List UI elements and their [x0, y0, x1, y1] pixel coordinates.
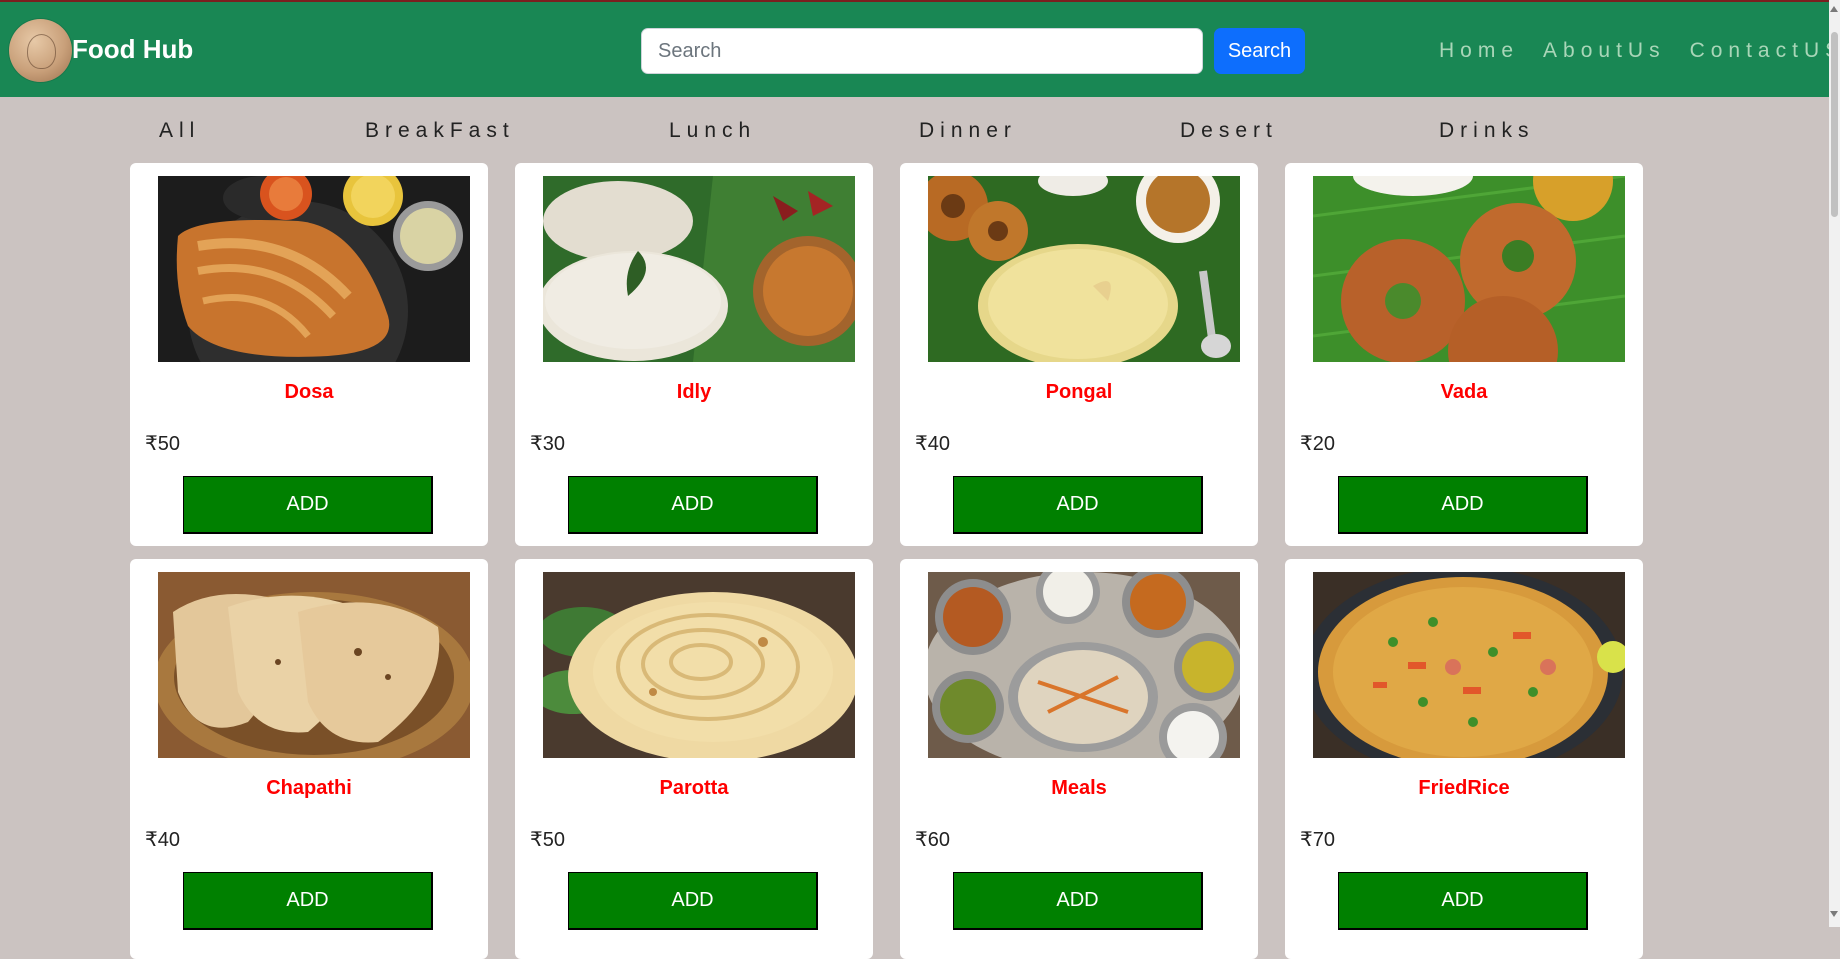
add-button[interactable]: ADD [568, 476, 818, 534]
food-price: ₹40 [915, 433, 950, 455]
food-card-dosa: Dosa ₹50 ADD [130, 163, 488, 546]
food-price: ₹60 [915, 829, 950, 851]
category-dinner[interactable]: Dinner [919, 119, 1017, 143]
brand-name[interactable]: Food Hub [72, 34, 193, 65]
scroll-thumb[interactable] [1831, 32, 1838, 217]
idly-image [543, 176, 855, 362]
food-card-meals: Meals ₹60 ADD [900, 559, 1258, 959]
category-breakfast[interactable]: BreakFast [365, 119, 515, 143]
navbar: Food Hub Search Home AboutUs ContactUS [0, 0, 1839, 97]
food-title: FriedRice [1418, 777, 1510, 799]
friedrice-image [1313, 572, 1625, 758]
food-card-pongal: Pongal ₹40 ADD [900, 163, 1258, 546]
category-lunch[interactable]: Lunch [669, 119, 756, 143]
food-title: Idly [676, 381, 712, 403]
parotta-image [543, 572, 855, 758]
nav-about-us[interactable]: AboutUs [1543, 39, 1666, 63]
category-drinks[interactable]: Drinks [1439, 119, 1535, 143]
search-input[interactable] [641, 28, 1203, 74]
food-title: Pongal [1045, 381, 1113, 403]
food-card-chapathi: Chapathi ₹40 ADD [130, 559, 488, 959]
search-button[interactable]: Search [1214, 28, 1305, 74]
food-price: ₹50 [145, 433, 180, 455]
food-title: Chapathi [266, 777, 352, 799]
dosa-image [158, 176, 470, 362]
vertical-scrollbar[interactable] [1829, 0, 1840, 927]
food-card-vada: Vada ₹20 ADD [1285, 163, 1643, 546]
food-price: ₹50 [530, 829, 565, 851]
pongal-image [928, 176, 1240, 362]
category-all[interactable]: All [159, 119, 200, 143]
add-button[interactable]: ADD [953, 476, 1203, 534]
add-button[interactable]: ADD [1338, 476, 1588, 534]
restaurant-logo-icon[interactable] [9, 19, 72, 82]
food-price: ₹20 [1300, 433, 1335, 455]
add-button[interactable]: ADD [1338, 872, 1588, 930]
food-title: Vada [1440, 381, 1488, 403]
add-button[interactable]: ADD [568, 872, 818, 930]
meals-image [928, 572, 1240, 758]
scroll-down-icon[interactable] [1830, 911, 1838, 917]
food-price: ₹70 [1300, 829, 1335, 851]
food-card-idly: Idly ₹30 ADD [515, 163, 873, 546]
food-price: ₹40 [145, 829, 180, 851]
add-button[interactable]: ADD [183, 872, 433, 930]
add-button[interactable]: ADD [953, 872, 1203, 930]
food-card-parotta: Parotta ₹50 ADD [515, 559, 873, 959]
food-title: Parotta [659, 777, 729, 799]
food-card-friedrice: FriedRice ₹70 ADD [1285, 559, 1643, 959]
add-button[interactable]: ADD [183, 476, 433, 534]
category-desert[interactable]: Desert [1180, 119, 1278, 143]
nav-contact-us[interactable]: ContactUS [1690, 39, 1840, 63]
food-title: Dosa [284, 381, 334, 403]
chapathi-image [158, 572, 470, 758]
food-title: Meals [1051, 777, 1107, 799]
scroll-up-icon[interactable] [1830, 6, 1838, 12]
nav-home[interactable]: Home [1439, 39, 1519, 63]
vada-image [1313, 176, 1625, 362]
nav-links: Home AboutUs ContactUS [1439, 39, 1840, 63]
food-price: ₹30 [530, 433, 565, 455]
